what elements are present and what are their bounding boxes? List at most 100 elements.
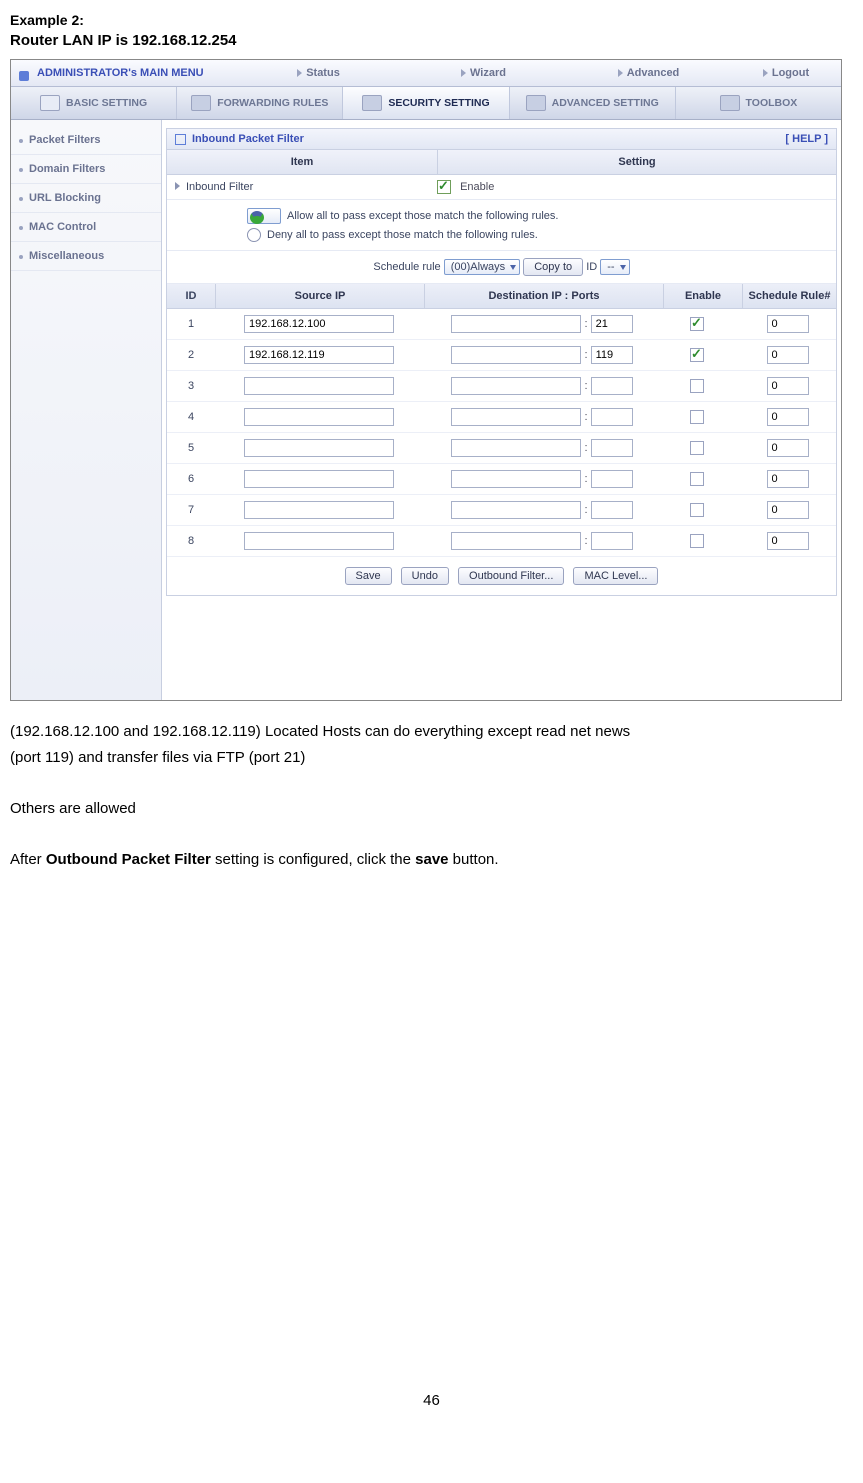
destination-port-input[interactable] — [591, 501, 633, 519]
destination-ip-input[interactable] — [451, 532, 581, 550]
example-label: Example 2: — [10, 12, 853, 28]
row-enable-checkbox[interactable] — [690, 503, 704, 517]
tab-advanced-setting[interactable]: ADVANCED SETTING — [510, 87, 676, 119]
row-enable-checkbox[interactable] — [690, 534, 704, 548]
tab-bar: BASIC SETTING FORWARDING RULES SECURITY … — [11, 87, 841, 120]
row-enable-checkbox[interactable] — [690, 348, 704, 362]
panel-title: Inbound Packet Filter — [175, 133, 304, 145]
sidebar-item-miscellaneous[interactable]: Miscellaneous — [11, 242, 161, 271]
destination-ip-input[interactable] — [451, 470, 581, 488]
inbound-filter-label: Inbound Filter — [175, 181, 437, 193]
schedule-rule-input[interactable] — [767, 439, 809, 457]
destination-ip-input[interactable] — [451, 501, 581, 519]
inbound-packet-filter-panel: Inbound Packet Filter [ HELP ] Item Sett… — [166, 128, 837, 596]
schedule-rule-input[interactable] — [767, 501, 809, 519]
menu-advanced[interactable]: Advanced — [566, 67, 731, 79]
sidebar-item-mac-control[interactable]: MAC Control — [11, 213, 161, 242]
destination-ip-input[interactable] — [451, 408, 581, 426]
tab-basic-setting[interactable]: BASIC SETTING — [11, 87, 177, 119]
tab-forwarding-rules[interactable]: FORWARDING RULES — [177, 87, 343, 119]
arrow-icon — [175, 182, 180, 190]
save-button[interactable]: Save — [345, 567, 392, 585]
id-label: ID — [586, 261, 597, 273]
explanation-line-3: After Outbound Packet Filter setting is … — [10, 847, 853, 873]
mac-level-button[interactable]: MAC Level... — [573, 567, 658, 585]
menu-status[interactable]: Status — [236, 67, 401, 79]
marker-icon — [618, 69, 623, 77]
source-ip-input[interactable] — [244, 377, 394, 395]
col-schedule: Schedule Rule# — [742, 284, 836, 308]
admin-menu-title: ADMINISTRATOR's MAIN MENU — [11, 67, 236, 79]
tab-security-setting[interactable]: SECURITY SETTING — [343, 87, 509, 119]
radio-deny[interactable] — [247, 228, 261, 242]
explanation-line-2: Others are allowed — [10, 796, 853, 822]
schedule-rule-input[interactable] — [767, 470, 809, 488]
table-row: 3 : — [167, 371, 836, 402]
sidebar-item-url-blocking[interactable]: URL Blocking — [11, 184, 161, 213]
marker-icon — [461, 69, 466, 77]
row-id: 4 — [167, 405, 215, 429]
destination-port-input[interactable] — [591, 408, 633, 426]
destination-port-input[interactable] — [591, 470, 633, 488]
radio-deny-label: Deny all to pass except those match the … — [267, 229, 538, 241]
col-destination: Destination IP : Ports — [424, 284, 663, 308]
id-select[interactable]: -- — [600, 259, 629, 275]
row-enable-checkbox[interactable] — [690, 472, 704, 486]
radio-allow[interactable] — [247, 208, 281, 224]
row-enable-checkbox[interactable] — [690, 410, 704, 424]
explanation-line-1a: (192.168.12.100 and 192.168.12.119) Loca… — [10, 719, 853, 745]
schedule-rule-input[interactable] — [767, 408, 809, 426]
enable-checkbox[interactable] — [437, 180, 451, 194]
column-item: Item — [167, 150, 437, 174]
row-enable-checkbox[interactable] — [690, 317, 704, 331]
undo-button[interactable]: Undo — [401, 567, 449, 585]
schedule-rule-input[interactable] — [767, 532, 809, 550]
menu-wizard[interactable]: Wizard — [401, 67, 566, 79]
destination-port-input[interactable] — [591, 439, 633, 457]
source-ip-input[interactable] — [244, 470, 394, 488]
table-row: 6 : — [167, 464, 836, 495]
menu-logout[interactable]: Logout — [731, 67, 841, 79]
row-enable-checkbox[interactable] — [690, 441, 704, 455]
source-ip-input[interactable] — [244, 501, 394, 519]
tab-toolbox[interactable]: TOOLBOX — [676, 87, 841, 119]
table-row: 8 : — [167, 526, 836, 557]
schedule-rule-input[interactable] — [767, 346, 809, 364]
col-id: ID — [167, 284, 215, 308]
help-link[interactable]: [ HELP ] — [785, 133, 828, 145]
column-setting: Setting — [437, 150, 836, 174]
source-ip-input[interactable] — [244, 532, 394, 550]
destination-ip-input[interactable] — [451, 315, 581, 333]
sidebar: Packet Filters Domain Filters URL Blocki… — [11, 120, 162, 700]
row-enable-checkbox[interactable] — [690, 379, 704, 393]
outbound-filter-button[interactable]: Outbound Filter... — [458, 567, 564, 585]
destination-port-input[interactable] — [591, 377, 633, 395]
schedule-rule-select[interactable]: (00)Always — [444, 259, 520, 275]
row-id: 7 — [167, 498, 215, 522]
destination-ip-input[interactable] — [451, 346, 581, 364]
advanced-icon — [526, 95, 546, 111]
explanation-line-1b: (port 119) and transfer files via FTP (p… — [10, 745, 853, 771]
destination-port-input[interactable] — [591, 532, 633, 550]
toolbox-icon — [720, 95, 740, 111]
page-number: 46 — [10, 1392, 853, 1409]
destination-port-input[interactable] — [591, 346, 633, 364]
enable-label: Enable — [460, 181, 494, 193]
panel-icon — [175, 134, 186, 145]
destination-port-input[interactable] — [591, 315, 633, 333]
marker-icon — [297, 69, 302, 77]
destination-ip-input[interactable] — [451, 377, 581, 395]
row-id: 1 — [167, 312, 215, 336]
schedule-rule-input[interactable] — [767, 377, 809, 395]
sidebar-item-packet-filters[interactable]: Packet Filters — [11, 126, 161, 155]
source-ip-input[interactable] — [244, 408, 394, 426]
source-ip-input[interactable] — [244, 315, 394, 333]
source-ip-input[interactable] — [244, 346, 394, 364]
source-ip-input[interactable] — [244, 439, 394, 457]
row-id: 8 — [167, 529, 215, 553]
table-row: 5 : — [167, 433, 836, 464]
sidebar-item-domain-filters[interactable]: Domain Filters — [11, 155, 161, 184]
copy-to-button[interactable]: Copy to — [523, 258, 583, 276]
schedule-rule-input[interactable] — [767, 315, 809, 333]
destination-ip-input[interactable] — [451, 439, 581, 457]
